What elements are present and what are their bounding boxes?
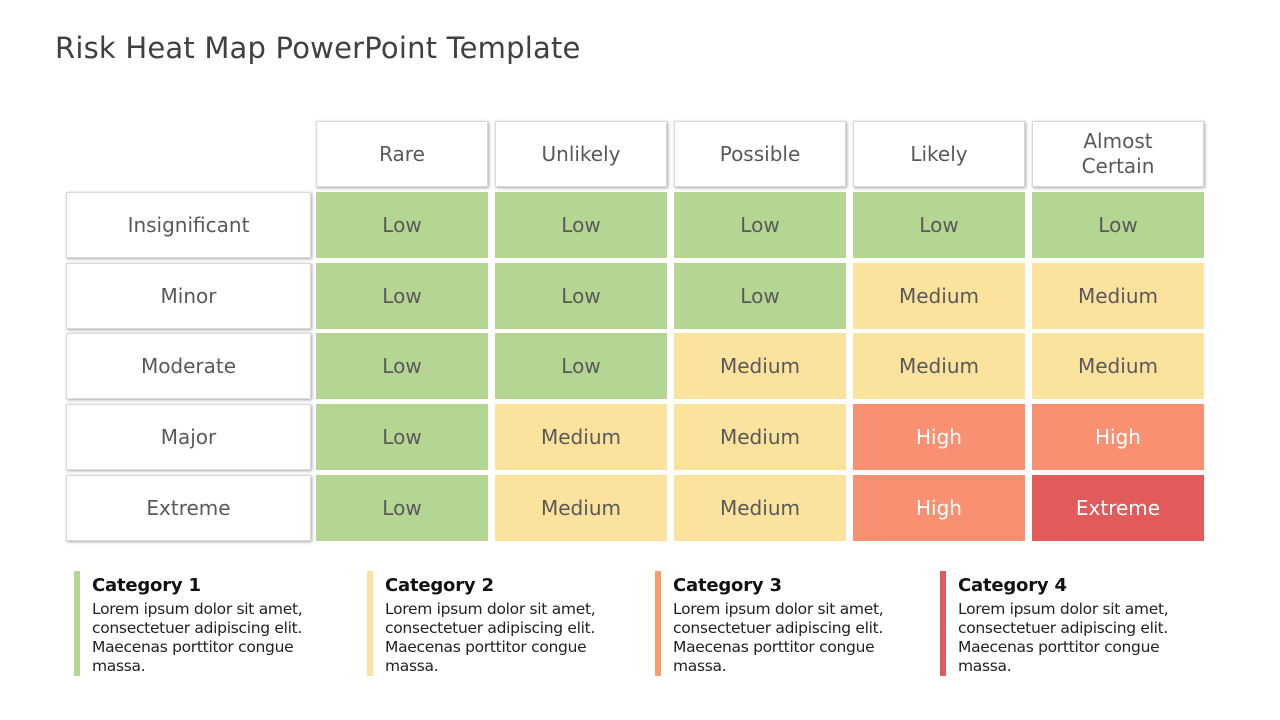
category-description: Lorem ipsum dolor sit amet, consectetuer… bbox=[958, 600, 1169, 675]
category-title: Category 1 bbox=[92, 575, 201, 596]
likelihood-header: Likely bbox=[853, 121, 1025, 187]
impact-label: Minor bbox=[66, 263, 311, 329]
category-title: Category 4 bbox=[958, 575, 1067, 596]
category-description: Lorem ipsum dolor sit amet, consectetuer… bbox=[673, 600, 884, 675]
category-color-bar bbox=[74, 571, 80, 676]
likelihood-header: Rare bbox=[316, 121, 488, 187]
risk-cell: Low bbox=[316, 263, 488, 329]
risk-cell: Low bbox=[495, 192, 667, 258]
category-item: Category 2 Lorem ipsum dolor sit amet, co… bbox=[367, 571, 627, 676]
risk-cell: High bbox=[853, 404, 1025, 470]
risk-cell: Medium bbox=[674, 404, 846, 470]
category-title: Category 2 bbox=[385, 575, 494, 596]
risk-cell: Medium bbox=[674, 333, 846, 399]
risk-cell: Medium bbox=[853, 263, 1025, 329]
risk-cell: Medium bbox=[495, 475, 667, 541]
risk-cell: High bbox=[853, 475, 1025, 541]
impact-label: Insignificant bbox=[66, 192, 311, 258]
risk-cell: Low bbox=[853, 192, 1025, 258]
risk-cell: Medium bbox=[853, 333, 1025, 399]
risk-cell: Medium bbox=[674, 475, 846, 541]
impact-label: Major bbox=[66, 404, 311, 470]
risk-cell: Extreme bbox=[1032, 475, 1204, 541]
risk-cell: Low bbox=[495, 263, 667, 329]
likelihood-header: Unlikely bbox=[495, 121, 667, 187]
risk-cell: Low bbox=[316, 475, 488, 541]
category-color-bar bbox=[367, 571, 373, 676]
risk-cell: Low bbox=[316, 333, 488, 399]
impact-label: Extreme bbox=[66, 475, 311, 541]
risk-cell: Low bbox=[316, 404, 488, 470]
likelihood-header: Possible bbox=[674, 121, 846, 187]
category-color-bar bbox=[940, 571, 946, 676]
category-item: Category 3 Lorem ipsum dolor sit amet, co… bbox=[655, 571, 915, 676]
risk-cell: Medium bbox=[1032, 333, 1204, 399]
risk-cell: Medium bbox=[495, 404, 667, 470]
risk-cell: Low bbox=[1032, 192, 1204, 258]
category-color-bar bbox=[655, 571, 661, 676]
impact-label: Moderate bbox=[66, 333, 311, 399]
risk-cell: Low bbox=[674, 192, 846, 258]
likelihood-header: Almost Certain bbox=[1032, 121, 1204, 187]
risk-cell: High bbox=[1032, 404, 1204, 470]
category-title: Category 3 bbox=[673, 575, 782, 596]
risk-cell: Low bbox=[495, 333, 667, 399]
category-description: Lorem ipsum dolor sit amet, consectetuer… bbox=[92, 600, 303, 675]
page-title: Risk Heat Map PowerPoint Template bbox=[55, 31, 581, 65]
category-description: Lorem ipsum dolor sit amet, consectetuer… bbox=[385, 600, 596, 675]
category-item: Category 4 Lorem ipsum dolor sit amet, co… bbox=[940, 571, 1200, 676]
category-item: Category 1 Lorem ipsum dolor sit amet, co… bbox=[74, 571, 334, 676]
risk-cell: Low bbox=[316, 192, 488, 258]
risk-cell: Medium bbox=[1032, 263, 1204, 329]
risk-cell: Low bbox=[674, 263, 846, 329]
